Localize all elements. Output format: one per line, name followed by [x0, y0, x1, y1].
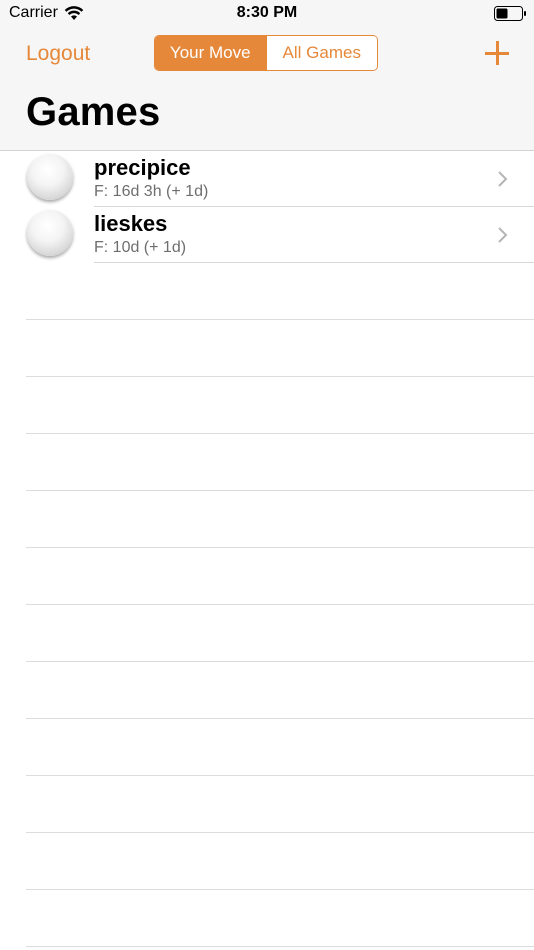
empty-row-line: [26, 548, 534, 605]
empty-row-line: [26, 776, 534, 833]
plus-icon[interactable]: [485, 41, 509, 65]
player-stone-avatar: [27, 210, 73, 256]
games-filter-segmented-control: Your Move All Games: [154, 35, 378, 71]
navigation-bar: Logout Your Move All Games Games: [0, 28, 534, 151]
logout-button[interactable]: Logout: [26, 42, 90, 66]
segment-all-games[interactable]: All Games: [265, 36, 377, 70]
empty-row-line: [26, 434, 534, 491]
games-list: precipice F: 16d 3h (+ 1d) lieskes F: 10…: [0, 151, 534, 263]
game-time-detail: F: 16d 3h (+ 1d): [94, 183, 209, 200]
page-title: Games: [26, 90, 161, 134]
empty-row-line: [26, 890, 534, 947]
empty-row-line: [26, 719, 534, 776]
game-row-lieskes[interactable]: lieskes F: 10d (+ 1d): [0, 207, 534, 263]
game-opponent-name: precipice: [94, 155, 191, 180]
empty-list-rows: [0, 263, 534, 947]
battery-icon: [494, 6, 526, 21]
game-opponent-name: lieskes: [94, 211, 168, 236]
empty-row-line: [26, 320, 534, 377]
clock: 8:30 PM: [236, 4, 298, 21]
empty-row-line: [26, 605, 534, 662]
segment-your-move[interactable]: Your Move: [155, 36, 266, 70]
game-time-detail: F: 10d (+ 1d): [94, 239, 187, 256]
chevron-right-icon: [498, 171, 508, 187]
empty-row-line: [26, 833, 534, 890]
empty-row-line: [26, 662, 534, 719]
empty-row-line: [26, 377, 534, 434]
status-bar: Carrier 8:30 PM: [0, 0, 534, 28]
empty-row-line: [26, 491, 534, 548]
game-row-precipice[interactable]: precipice F: 16d 3h (+ 1d): [0, 151, 534, 207]
player-stone-avatar: [27, 154, 73, 200]
chevron-right-icon: [498, 227, 508, 243]
empty-row-line: [26, 263, 534, 320]
